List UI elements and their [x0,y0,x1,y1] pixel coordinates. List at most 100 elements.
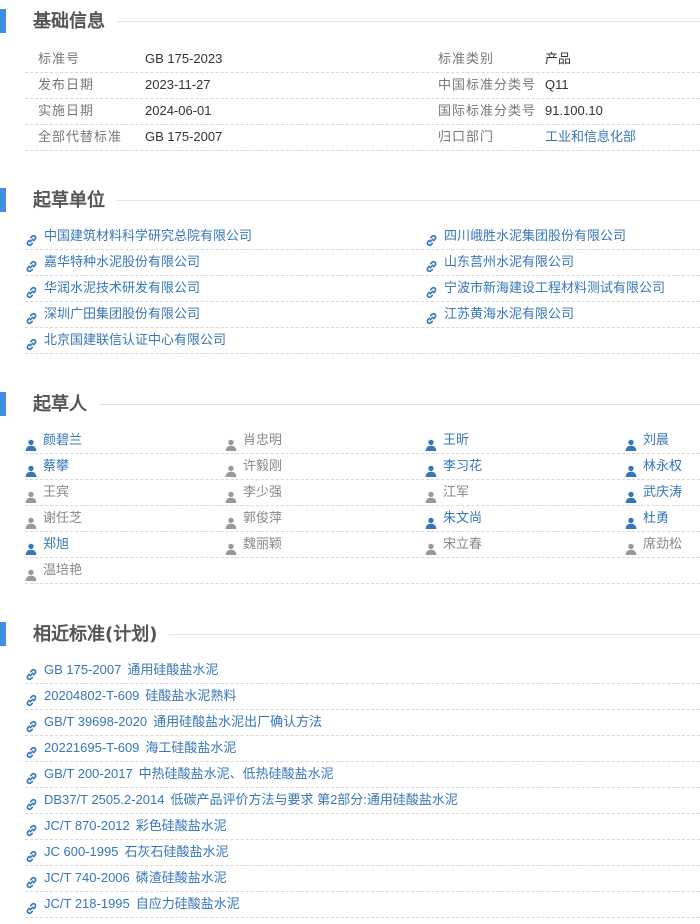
related-standard-link[interactable]: JC/T 870-2012 彩色硅酸盐水泥 [25,813,227,839]
org-name: 华润水泥技术研发有限公司 [44,280,201,295]
chain-link-icon [425,256,438,272]
drafter-name: 宋立春 [443,536,483,551]
drafter-item: 江军 [425,479,469,505]
person-icon [225,434,237,451]
org-link[interactable]: 中国建筑材料科学研究总院有限公司 [25,223,252,249]
related-standard-link[interactable]: 20221695-T-609 海工硅酸盐水泥 [25,735,236,761]
org-name: 四川峨胜水泥集团股份有限公司 [444,228,627,243]
section-header: 相近标准(计划) [0,618,700,648]
section-accent-bar [0,392,6,416]
drafter-link[interactable]: 王昕 [425,427,469,453]
info-label: 归口部门 [438,129,495,144]
related-standard-link[interactable]: GB/T 39698-2020 通用硅酸盐水泥出厂确认方法 [25,709,322,735]
org-link[interactable]: 江苏黄海水泥有限公司 [425,301,574,327]
drafter-link[interactable]: 林永权 [625,453,682,479]
person-icon [425,434,437,451]
drafter-item: 温培艳 [25,557,82,583]
drafter-link[interactable]: 朱文尚 [425,505,482,531]
standard-title: 低碳产品评价方法与要求 第2部分:通用硅酸盐水泥 [170,792,458,807]
chain-link-icon [25,308,38,324]
org-link[interactable]: 深圳广田集团股份有限公司 [25,301,200,327]
drafter-name: 杜勇 [643,510,670,525]
org-link[interactable]: 四川峨胜水泥集团股份有限公司 [425,223,626,249]
info-row: 全部代替标准 GB 175-2007 归口部门 工业和信息化部 [25,124,700,151]
drafter-link[interactable]: 颜碧兰 [25,427,82,453]
org-row: 华润水泥技术研发有限公司 宁波市新海建设工程材料测试有限公司 [25,275,700,302]
org-link[interactable]: 宁波市新海建设工程材料测试有限公司 [425,275,665,301]
related-standard-row: GB/T 200-2017 中热硅酸盐水泥、低热硅酸盐水泥 [25,761,700,788]
related-standard-link[interactable]: JC/T 218-1995 自应力硅酸盐水泥 [25,891,240,917]
standard-title: 中热硅酸盐水泥、低热硅酸盐水泥 [138,766,334,781]
org-link[interactable]: 北京国建联信认证中心有限公司 [25,327,226,353]
section-title: 起草人 [33,394,87,415]
related-standard-row: JC/T 740-2006 磷渣硅酸盐水泥 [25,865,700,892]
info-value: 91.100.10 [545,103,603,118]
section-accent-bar [0,9,6,33]
info-value: 2024-06-01 [145,103,212,118]
drafter-link[interactable]: 刘晨 [625,427,669,453]
drafter-item: 肖忠明 [225,427,282,453]
section-accent-bar [0,622,6,646]
info-row: 实施日期 2024-06-01 国际标准分类号 91.100.10 [25,98,700,125]
chain-link-icon [425,230,438,246]
org-link[interactable]: 山东莒州水泥有限公司 [425,249,574,275]
drafter-item: 宋立春 [425,531,482,557]
section-title: 起草单位 [33,190,105,211]
info-label: 标准类别 [438,51,495,66]
related-standard-link[interactable]: JC/T 740-2006 磷渣硅酸盐水泥 [25,865,227,891]
department-link[interactable]: 工业和信息化部 [545,124,636,150]
section-drafting-units: 起草单位 中国建筑材料科学研究总院有限公司 四川峨胜水泥集团股份有限公司嘉华特种水… [0,184,700,354]
person-icon [425,486,437,503]
related-standard-link[interactable]: GB/T 200-2017 中热硅酸盐水泥、低热硅酸盐水泥 [25,761,334,787]
drafter-name: 魏丽颖 [243,536,283,551]
drafter-name: 李习花 [443,458,483,473]
drafter-link[interactable]: 蔡攀 [25,453,69,479]
drafter-name: 肖忠明 [243,432,283,447]
drafter-name: 朱文尚 [443,510,483,525]
info-value: Q11 [545,77,569,92]
org-name: 江苏黄海水泥有限公司 [444,306,575,321]
standard-title: 通用硅酸盐水泥出厂确认方法 [153,714,323,729]
org-link[interactable]: 嘉华特种水泥股份有限公司 [25,249,200,275]
drafter-name: 刘晨 [643,432,670,447]
org-name: 宁波市新海建设工程材料测试有限公司 [444,280,666,295]
drafter-link[interactable]: 李习花 [425,453,482,479]
drafter-link[interactable]: 杜勇 [625,505,669,531]
section-divider [169,633,700,635]
chain-link-icon [25,820,38,836]
related-standard-row: 20221695-T-609 海工硅酸盐水泥 [25,735,700,762]
org-name: 嘉华特种水泥股份有限公司 [44,254,201,269]
info-value: GB 175-2007 [145,129,223,144]
drafter-name: 许毅刚 [243,458,283,473]
person-icon [225,512,237,529]
section-drafters: 起草人 颜碧兰 肖忠明 王昕 刘晨 蔡攀 许毅刚 李习花 林永权 王宾 李少强 江军 武庆涛 谢任芝 郭俊… [0,388,700,588]
person-icon [625,434,637,451]
drafter-link[interactable]: 武庆涛 [625,479,682,505]
drafter-name: 武庆涛 [643,484,683,499]
standard-title: 海工硅酸盐水泥 [145,740,237,755]
person-icon [625,512,637,529]
related-standard-row: JC/T 218-1995 自应力硅酸盐水泥 [25,891,700,918]
related-standard-link[interactable]: DB37/T 2505.2-2014 低碳产品评价方法与要求 第2部分:通用硅酸盐… [25,787,458,813]
info-label: 全部代替标准 [38,129,123,144]
related-standard-link[interactable]: JC 600-1995 石灰石硅酸盐水泥 [25,839,228,865]
related-standard-link[interactable]: 20204802-T-609 硅酸盐水泥熟料 [25,683,236,709]
info-row: 标准号 GB 175-2023 标准类别 产品 [25,46,700,73]
org-link[interactable]: 华润水泥技术研发有限公司 [25,275,200,301]
standard-code: JC/T 740-2006 [44,870,130,885]
info-label: 实施日期 [38,103,95,118]
related-standard-row: JC/T 870-2012 彩色硅酸盐水泥 [25,813,700,840]
related-standard-row: GB/T 39698-2020 通用硅酸盐水泥出厂确认方法 [25,709,700,736]
standard-title: 彩色硅酸盐水泥 [135,818,227,833]
org-row: 嘉华特种水泥股份有限公司 山东莒州水泥有限公司 [25,249,700,276]
person-icon [225,538,237,555]
drafter-row: 蔡攀 许毅刚 李习花 林永权 [25,453,700,480]
drafter-row: 郑旭 魏丽颖 宋立春 席劲松 [25,531,700,558]
standard-code: 20221695-T-609 [44,740,140,755]
person-icon [425,460,437,477]
drafter-link[interactable]: 郑旭 [25,531,69,557]
person-icon [425,512,437,529]
related-standard-link[interactable]: GB 175-2007 通用硅酸盐水泥 [25,657,218,683]
standard-code: GB 175-2007 [44,662,122,677]
chain-link-icon [425,282,438,298]
